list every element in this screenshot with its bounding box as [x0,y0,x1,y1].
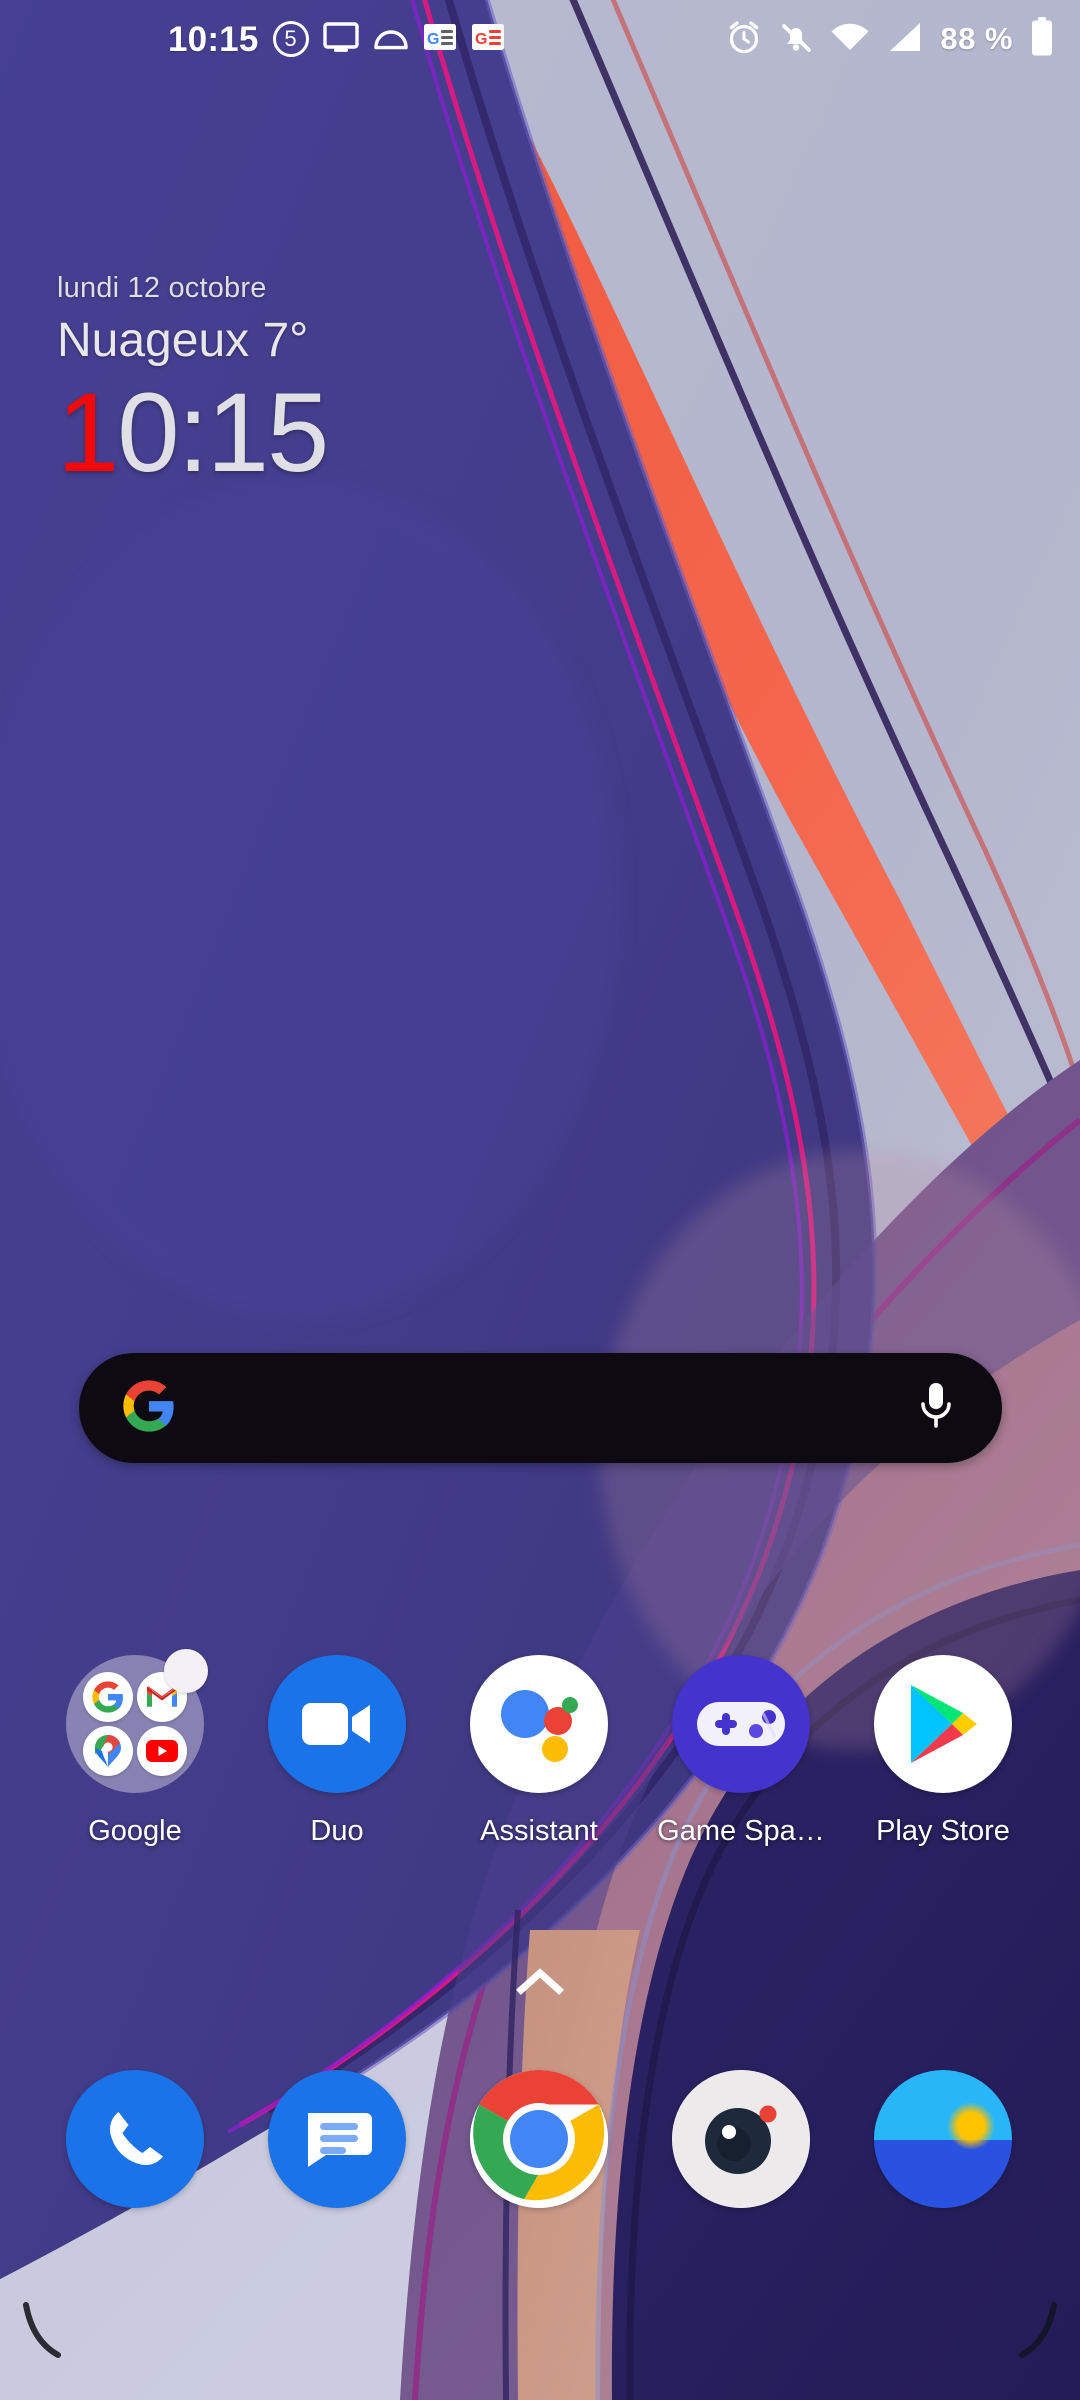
weather-icon[interactable] [874,2070,1012,2208]
home-screen: 10:15 5 G G 88 % lundi 12 octobre Nuageu… [0,0,1080,2400]
google-maps-icon [83,1726,133,1776]
battery-percentage: 88 % [940,21,1013,56]
app-item-duo[interactable]: Duo [236,1655,438,1848]
google-g-logo-icon [121,1378,177,1439]
google-g-icon [83,1672,133,1722]
app-item-play-store[interactable]: Play Store [842,1655,1044,1848]
app-item-google-folder[interactable]: Google [34,1649,236,1848]
dock [0,2070,1080,2208]
widget-date[interactable]: lundi 12 octobre [57,272,327,305]
app-drawer-handle[interactable] [0,1966,1080,2001]
bottom-left-corner-arc [20,2301,64,2366]
bottom-right-corner-arc [1016,2301,1060,2366]
google-assistant-icon[interactable] [470,1655,608,1793]
chevron-up-icon[interactable] [516,1966,564,2001]
folder-background [66,1649,208,1793]
google-folder-icon[interactable] [66,1649,208,1793]
do-not-disturb-dome-icon [373,23,409,56]
app-grid: Google Duo Assistant Game Spa… Play Stor… [0,1649,1080,1848]
status-bar-left: 10:15 5 G G [168,21,505,58]
clock-weather-widget[interactable]: lundi 12 octobre Nuageux 7° 10:15 [57,272,329,492]
dock-item-camera[interactable] [640,2070,842,2208]
game-space-icon[interactable] [672,1655,810,1793]
notification-count-label: 5 [284,26,297,51]
google-news-alt-icon: G [471,22,505,57]
status-bar-clock: 10:15 [168,19,259,59]
app-label: Game Spa… [657,1815,825,1847]
google-play-store-icon[interactable] [874,1655,1012,1793]
chrome-icon[interactable] [470,2070,608,2208]
app-label: Google [88,1815,182,1847]
dock-item-phone[interactable] [34,2070,236,2208]
microphone-icon[interactable] [916,1380,956,1437]
status-bar-right: 88 % [726,16,1054,62]
app-label: Assistant [480,1815,598,1847]
camera-icon[interactable] [672,2070,810,2208]
google-news-icon: G [423,22,457,57]
app-item-assistant[interactable]: Assistant [438,1655,640,1848]
notification-count-badge: 5 [272,21,309,57]
folder-notification-badge [164,1649,208,1693]
widget-weather[interactable]: Nuageux 7° [57,313,327,368]
svg-text:G: G [475,31,487,48]
google-duo-icon[interactable] [268,1655,406,1793]
phone-icon[interactable] [66,2070,204,2208]
app-label: Play Store [876,1815,1010,1847]
dock-item-messages[interactable] [236,2070,438,2208]
svg-text:G: G [427,31,439,48]
status-bar[interactable]: 10:15 5 G G 88 % [0,0,1080,78]
app-label: Duo [310,1815,364,1847]
dock-item-weather[interactable] [842,2070,1044,2208]
app-item-game-space[interactable]: Game Spa… [640,1655,842,1848]
wifi-icon [830,21,870,58]
youtube-icon [137,1726,187,1776]
google-search-bar[interactable] [79,1353,1002,1463]
widget-clock[interactable]: 10:15 [57,374,329,492]
dock-item-chrome[interactable] [438,2070,640,2208]
battery-icon [1030,16,1054,62]
alarm-icon [726,19,762,60]
cellular-signal-icon [887,21,923,58]
messages-icon[interactable] [268,2070,406,2208]
screen-cast-icon [322,21,359,58]
search-input[interactable] [177,1353,916,1463]
widget-clock-rest: 0:15 [117,370,329,495]
notifications-muted-icon [779,19,813,60]
widget-clock-accent-digit: 1 [57,370,119,495]
